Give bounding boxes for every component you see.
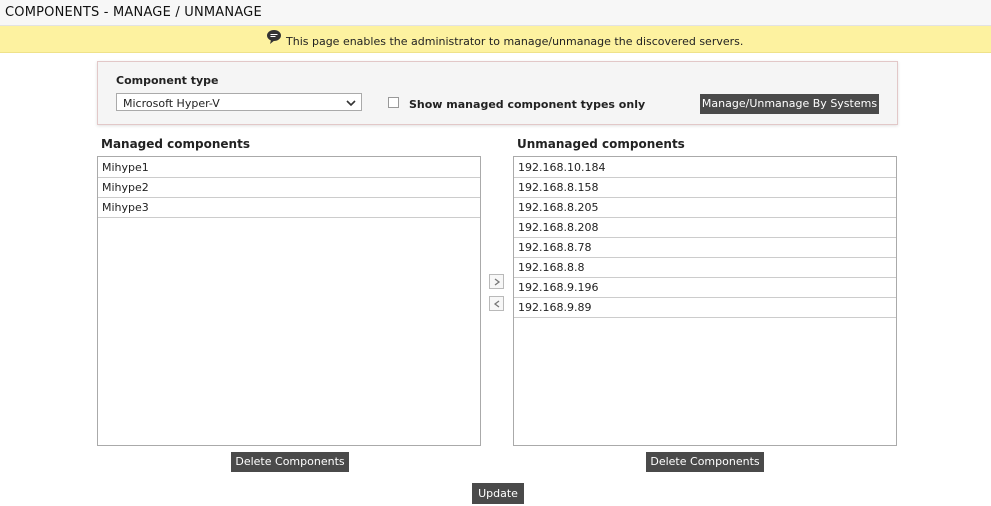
speech-bubble-icon [267,30,281,44]
move-left-button[interactable] [489,296,504,311]
unmanaged-list[interactable]: 192.168.10.184 192.168.8.158 192.168.8.2… [513,156,897,446]
component-type-label: Component type [116,74,219,87]
list-item[interactable]: 192.168.8.158 [514,178,896,198]
component-type-select[interactable]: Microsoft Hyper-V [116,93,362,111]
list-item[interactable]: Mihype2 [98,178,480,198]
managed-only-label: Show managed component types only [409,98,646,111]
delete-unmanaged-button[interactable]: Delete Components [646,452,764,472]
component-type-value: Microsoft Hyper-V [123,97,220,110]
list-item[interactable]: 192.168.8.208 [514,218,896,238]
managed-only-checkbox[interactable] [388,97,399,108]
managed-list[interactable]: Mihype1 Mihype2 Mihype3 [97,156,481,446]
filter-panel: Component type Microsoft Hyper-V Show ma… [97,61,898,125]
list-item[interactable]: Mihype3 [98,198,480,218]
list-item[interactable]: 192.168.9.196 [514,278,896,298]
manage-by-systems-button[interactable]: Manage/Unmanage By Systems [700,94,879,114]
unmanaged-heading: Unmanaged components [517,137,685,151]
title-bar: COMPONENTS - MANAGE / UNMANAGE [0,0,991,26]
chevron-right-icon [494,278,501,286]
info-message: This page enables the administrator to m… [286,35,744,48]
delete-managed-button[interactable]: Delete Components [231,452,349,472]
managed-heading: Managed components [101,137,250,151]
chevron-down-icon [346,100,356,107]
list-item[interactable]: 192.168.8.8 [514,258,896,278]
list-item[interactable]: 192.168.10.184 [514,157,896,178]
chevron-left-icon [493,300,500,308]
list-item[interactable]: 192.168.8.78 [514,238,896,258]
page-title: COMPONENTS - MANAGE / UNMANAGE [5,5,262,20]
list-item[interactable]: 192.168.9.89 [514,298,896,318]
update-button[interactable]: Update [472,483,524,504]
list-item[interactable]: Mihype1 [98,157,480,178]
info-bar: This page enables the administrator to m… [0,26,991,53]
list-item[interactable]: 192.168.8.205 [514,198,896,218]
move-right-button[interactable] [489,274,504,289]
